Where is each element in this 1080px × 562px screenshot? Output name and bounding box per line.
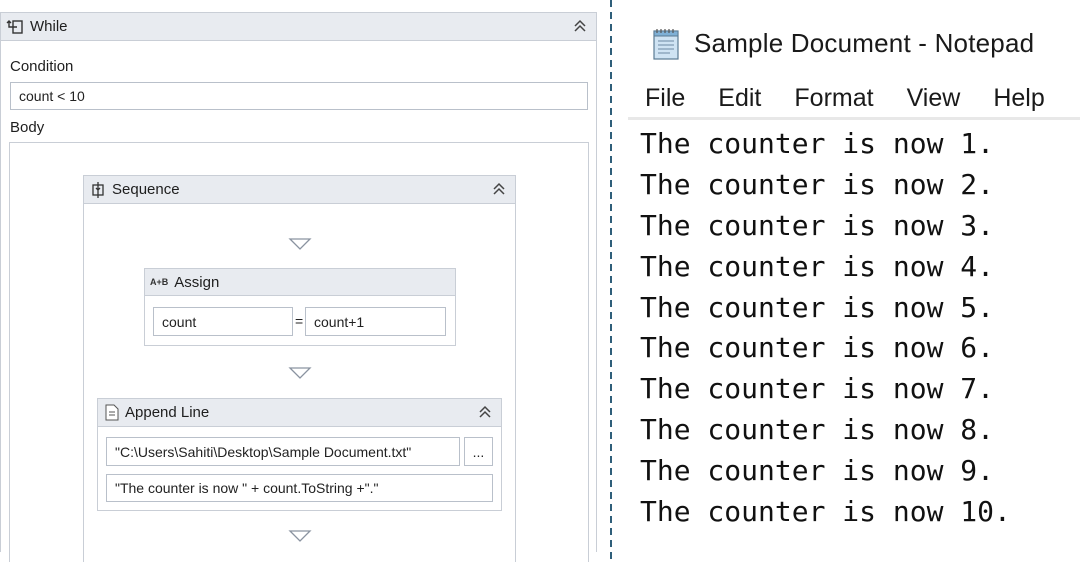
menu-item-edit[interactable]: Edit — [718, 84, 761, 113]
sequence-header[interactable]: Sequence — [84, 176, 515, 204]
assign-header[interactable]: A+B Assign — [145, 269, 455, 296]
sequence-activity[interactable]: Sequence A+B Assign count = count+1 Appe… — [83, 175, 516, 562]
assign-value-input[interactable]: count+1 — [305, 307, 446, 336]
menu-item-format[interactable]: Format — [794, 84, 873, 113]
while-body-area: Sequence A+B Assign count = count+1 Appe… — [9, 142, 589, 562]
text-line: The counter is now 9. — [640, 454, 995, 488]
while-icon — [6, 18, 24, 36]
menu-item-view[interactable]: View — [907, 84, 961, 113]
sequence-title: Sequence — [112, 181, 180, 198]
collapse-chevron-icon[interactable] — [572, 18, 588, 34]
append-line-title: Append Line — [125, 404, 210, 421]
menu-item-help[interactable]: Help — [993, 84, 1044, 113]
text-line: The counter is now 3. — [640, 208, 995, 242]
while-title: While — [30, 18, 68, 35]
text-line: The counter is now 1. — [640, 127, 995, 160]
sequence-icon — [90, 181, 106, 199]
assign-activity[interactable]: A+B Assign count = count+1 — [144, 268, 456, 346]
text-line: The counter is now 4. — [640, 249, 995, 283]
notepad-window: Sample Document - Notepad File Edit Form… — [628, 0, 1080, 562]
notepad-title: Sample Document - Notepad — [694, 27, 1035, 58]
while-activity[interactable]: While Condition count < 10 Body Sequence… — [0, 12, 597, 562]
text-line: The counter is now 6. — [640, 331, 995, 365]
text-editor-area[interactable]: The counter is now 1. The counter is now… — [640, 124, 1080, 533]
document-icon — [105, 404, 119, 421]
drop-arrow-icon[interactable] — [288, 529, 312, 543]
text-line: The counter is now 7. — [640, 372, 995, 406]
condition-input[interactable]: count < 10 — [10, 82, 588, 110]
file-path-input[interactable]: "C:\Users\Sahiti\Desktop\Sample Document… — [106, 437, 460, 466]
while-header[interactable]: While — [1, 13, 596, 41]
drop-arrow-icon[interactable] — [288, 237, 312, 251]
text-line: The counter is now 2. — [640, 167, 995, 201]
assign-to-input[interactable]: count — [153, 307, 293, 336]
text-line: The counter is now 5. — [640, 290, 995, 324]
notepad-icon — [648, 25, 684, 61]
workflow-designer: While Condition count < 10 Body Sequence… — [0, 0, 600, 562]
condition-label: Condition — [10, 58, 74, 75]
drop-arrow-icon[interactable] — [288, 366, 312, 380]
append-line-header[interactable]: Append Line — [98, 399, 501, 427]
assign-title: Assign — [174, 273, 220, 291]
assign-equals: = — [295, 313, 304, 329]
text-input[interactable]: "The counter is now " + count.ToString +… — [106, 474, 493, 502]
text-line: The counter is now 10. — [640, 495, 1011, 529]
collapse-chevron-icon[interactable] — [491, 181, 507, 197]
notepad-titlebar: Sample Document - Notepad — [648, 24, 1034, 62]
assign-icon: A+B — [150, 277, 169, 287]
collapse-chevron-icon[interactable] — [477, 404, 493, 420]
menu-bar: File Edit Format View Help — [628, 80, 1080, 120]
panel-divider — [610, 0, 612, 562]
append-line-activity[interactable]: Append Line "C:\Users\Sahiti\Desktop\Sam… — [97, 398, 502, 511]
text-line: The counter is now 8. — [640, 413, 995, 447]
menu-item-file[interactable]: File — [645, 84, 685, 113]
body-label: Body — [10, 119, 45, 136]
browse-button[interactable]: ... — [464, 437, 493, 466]
